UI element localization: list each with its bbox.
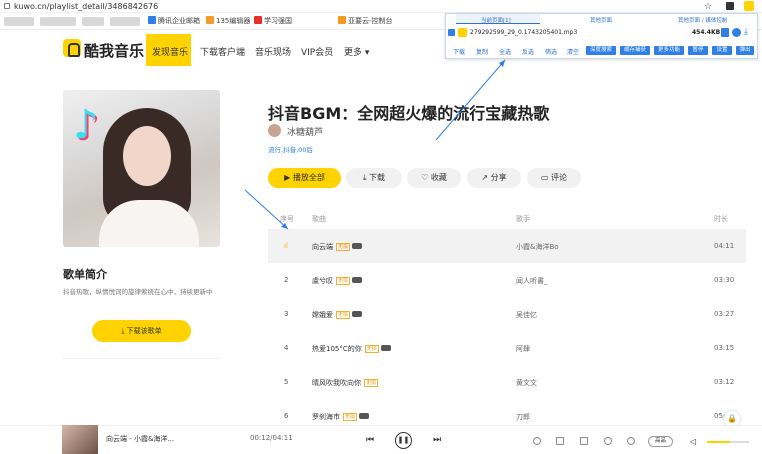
ext-copy[interactable]: 复制 [476,47,488,56]
ext-select-all[interactable]: 全选 [499,47,511,56]
lyrics-icon[interactable] [627,437,635,445]
arrow-line [435,59,506,141]
ext-clear[interactable]: 清空 [567,47,579,56]
ext-filter[interactable]: 筛选 [545,47,557,56]
ext-tab-media[interactable]: 其他页面 / 媒体控制 [678,16,727,24]
add-to-list-icon[interactable] [580,437,588,445]
ext-tab-current[interactable]: 当前页面[1] [456,14,540,24]
now-playing-cover[interactable] [62,425,98,454]
ext-more-button[interactable]: 更多功能 [654,46,684,55]
like-icon[interactable] [533,437,541,445]
checkbox-checked[interactable] [448,29,455,36]
volume-fill [707,441,731,443]
downloader-extension-popup: 当前页面[1] 其他页面 其他页面 / 媒体控制 279292599_29_0.… [445,13,758,59]
now-playing-title[interactable]: 向云端 - 小霞&海洋... [106,434,174,444]
download-icon[interactable]: ⤓ [744,27,748,37]
now-playing-time: 00:12/04:11 [250,434,293,442]
play-mode-icon[interactable] [604,437,612,445]
ext-invert[interactable]: 反选 [522,47,534,56]
ext-deep-search-button[interactable]: 深度搜索 [586,46,616,55]
ext-file-size: 454.4KB [692,29,721,36]
next-icon[interactable]: ⏭ [433,435,441,445]
ext-cache-capture-button[interactable]: 缓存捕获 [620,46,650,55]
copy-icon[interactable] [721,28,729,37]
ext-popout-button[interactable]: 弹出 [736,46,754,55]
kuwo-icon [458,28,467,37]
ext-pause-button[interactable]: 暂停 [688,46,708,55]
annotation-arrows [244,59,506,230]
ext-file-name[interactable]: 279292599_29_0.1743205401.mp3 [470,29,577,36]
download-icon[interactable] [556,437,564,445]
ext-settings-button[interactable]: 设置 [712,46,732,55]
arrow-line [244,189,289,230]
volume-icon[interactable]: ◁ [690,437,696,446]
previous-icon[interactable]: ⏮ [366,435,374,445]
quality-select[interactable]: 高品 [648,436,673,447]
ext-download[interactable]: 下载 [453,47,465,56]
play-icon[interactable] [732,28,741,37]
pause-button[interactable]: ❚❚ [395,432,412,449]
ext-tab-other[interactable]: 其他页面 [590,16,612,24]
